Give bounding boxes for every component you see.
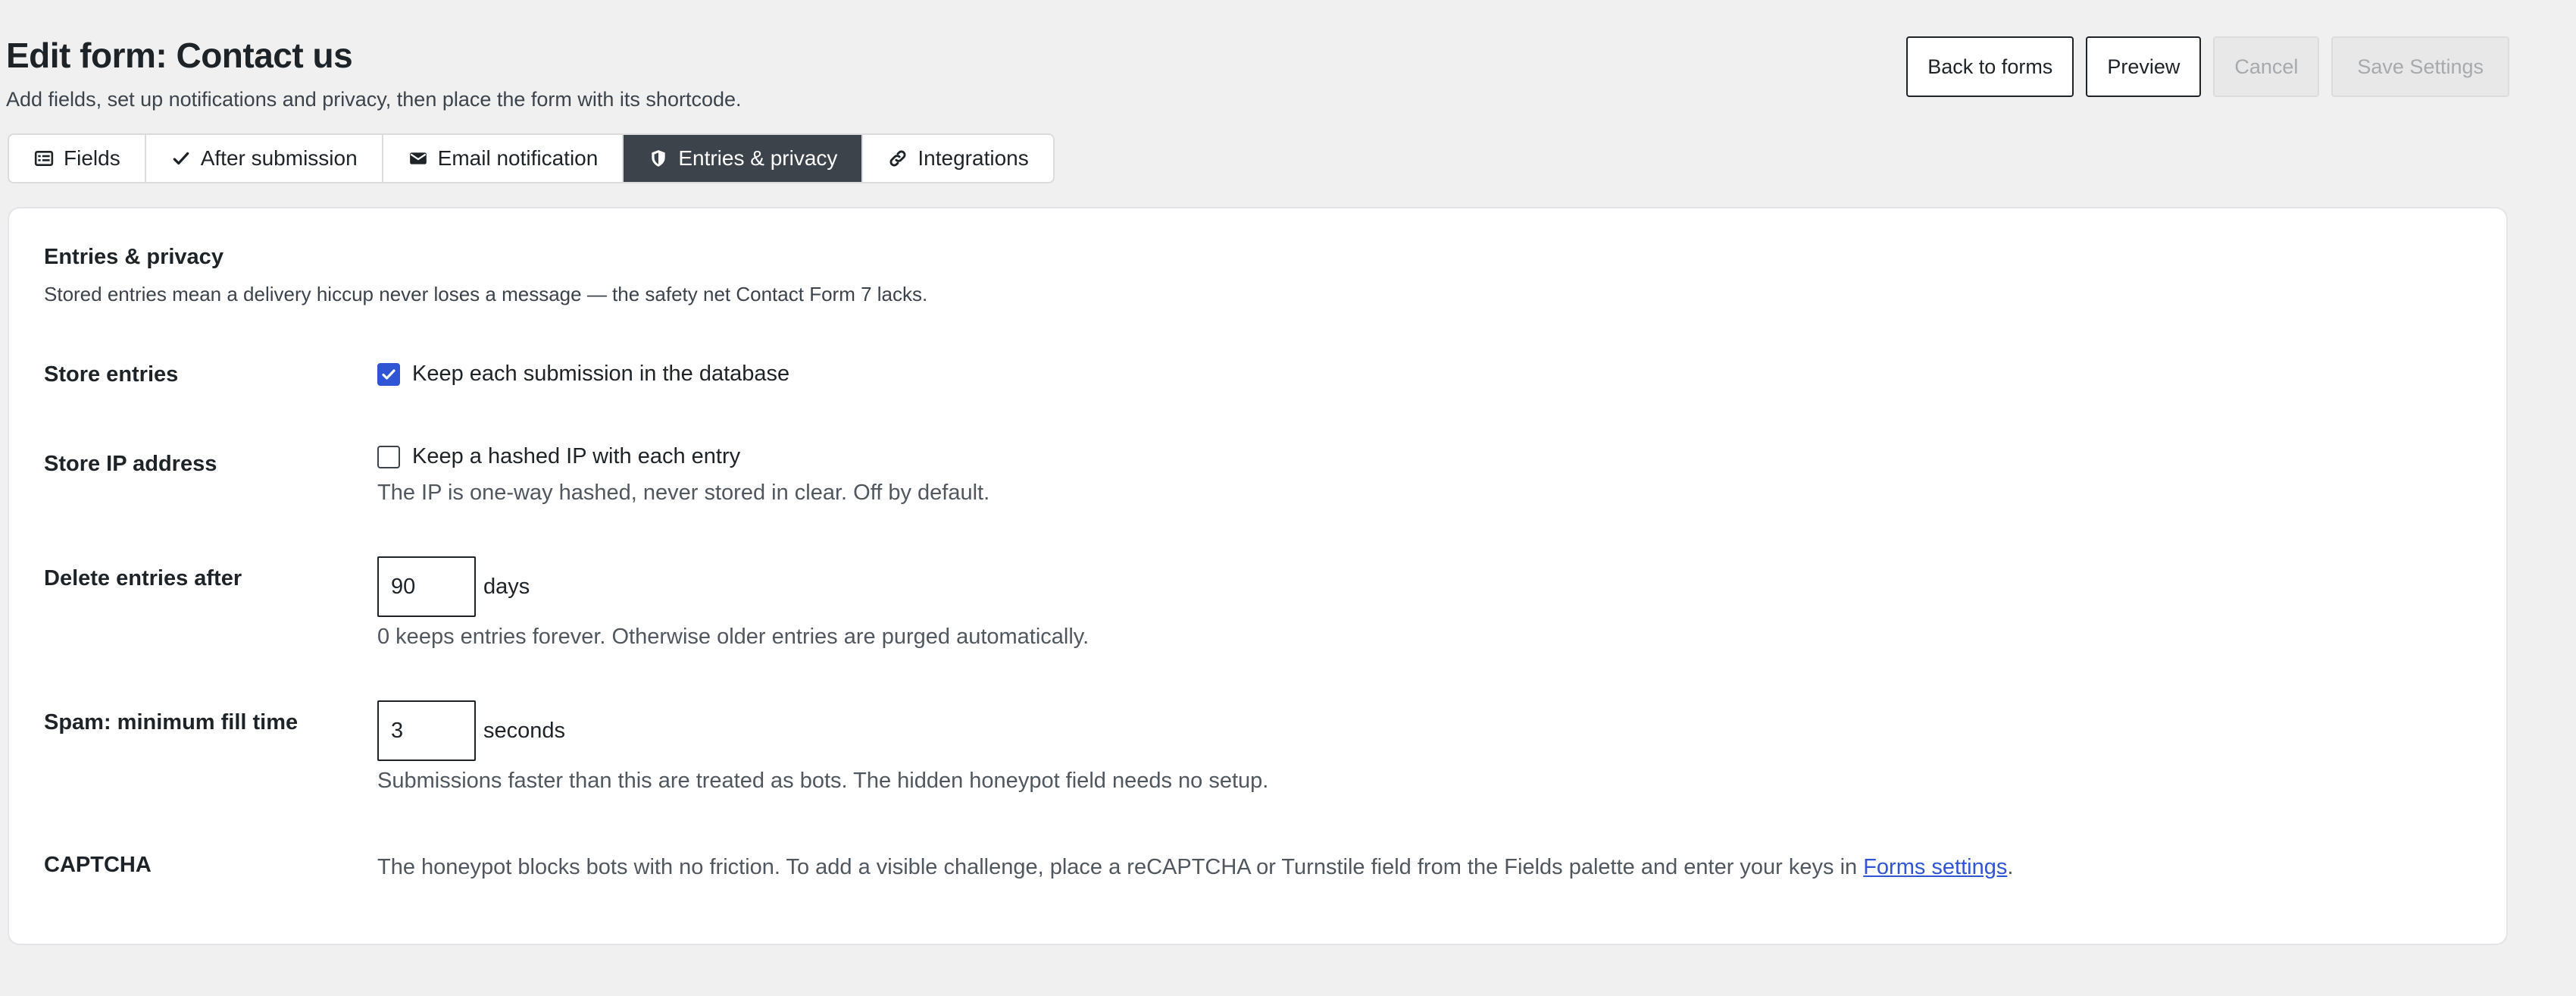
spam-min-time-label: Spam: minimum fill time (44, 710, 299, 734)
captcha-label: CAPTCHA (44, 853, 152, 877)
store-entries-control: Keep each submission in the database (377, 362, 789, 387)
store-ip-checkbox[interactable] (377, 445, 400, 468)
tab-label: After submission (200, 146, 358, 170)
settings-card: Entries & privacy Stored entries mean a … (8, 207, 2508, 945)
tab-fields[interactable]: Fields (9, 135, 146, 182)
envelope-icon (408, 148, 429, 169)
settings-tabs: Fields After submission Email notificati… (8, 133, 1055, 183)
delete-entries-days-input[interactable] (377, 556, 476, 617)
store-entries-checkbox[interactable] (377, 362, 400, 386)
spam-min-time-help: Submissions faster than this are treated… (377, 769, 1269, 793)
spam-min-time-input[interactable] (377, 700, 476, 761)
spam-min-time-control: seconds (377, 700, 565, 761)
captcha-help-text: The honeypot blocks bots with no frictio… (377, 855, 1858, 879)
store-ip-control: Keep a hashed IP with each entry (377, 444, 740, 469)
store-ip-help: The IP is one-way hashed, never stored i… (377, 481, 990, 505)
store-ip-checkbox-label[interactable]: Keep a hashed IP with each entry (412, 444, 740, 469)
spam-min-time-unit: seconds (483, 718, 566, 743)
page-subtitle: Add fields, set up notifications and pri… (6, 88, 742, 111)
tab-email-notification[interactable]: Email notification (383, 135, 624, 182)
delete-entries-control: days (377, 556, 530, 617)
link-icon (887, 148, 908, 169)
preview-button[interactable]: Preview (2086, 36, 2202, 97)
captcha-help-end: . (2007, 855, 2014, 879)
delete-entries-unit: days (483, 574, 530, 599)
delete-entries-label: Delete entries after (44, 566, 242, 590)
forms-settings-link[interactable]: Forms settings (1863, 855, 2007, 879)
captcha-help: The honeypot blocks bots with no frictio… (377, 855, 2013, 880)
section-description: Stored entries mean a delivery hiccup ne… (44, 283, 928, 305)
store-entries-checkbox-label[interactable]: Keep each submission in the database (412, 362, 789, 387)
back-to-forms-button[interactable]: Back to forms (1906, 36, 2074, 97)
list-form-icon (33, 148, 55, 169)
tab-label: Entries & privacy (678, 146, 838, 170)
tab-after-submission[interactable]: After submission (146, 135, 383, 182)
store-ip-label: Store IP address (44, 452, 217, 476)
tab-label: Email notification (437, 146, 599, 170)
delete-entries-help: 0 keeps entries forever. Otherwise older… (377, 625, 1089, 649)
shield-icon (648, 148, 669, 169)
store-entries-label: Store entries (44, 362, 179, 387)
page-title: Edit form: Contact us (6, 36, 353, 75)
save-settings-button[interactable]: Save Settings (2331, 36, 2509, 97)
section-title: Entries & privacy (44, 245, 224, 269)
tab-integrations[interactable]: Integrations (863, 135, 1052, 182)
tab-label: Fields (64, 146, 120, 170)
tab-label: Integrations (918, 146, 1029, 170)
checkmark-icon (170, 148, 192, 169)
tab-entries-privacy[interactable]: Entries & privacy (624, 135, 864, 182)
header-actions: Back to forms Preview Cancel Save Settin… (1906, 36, 2509, 97)
cancel-button[interactable]: Cancel (2213, 36, 2320, 97)
checkmark-icon (382, 368, 395, 380)
